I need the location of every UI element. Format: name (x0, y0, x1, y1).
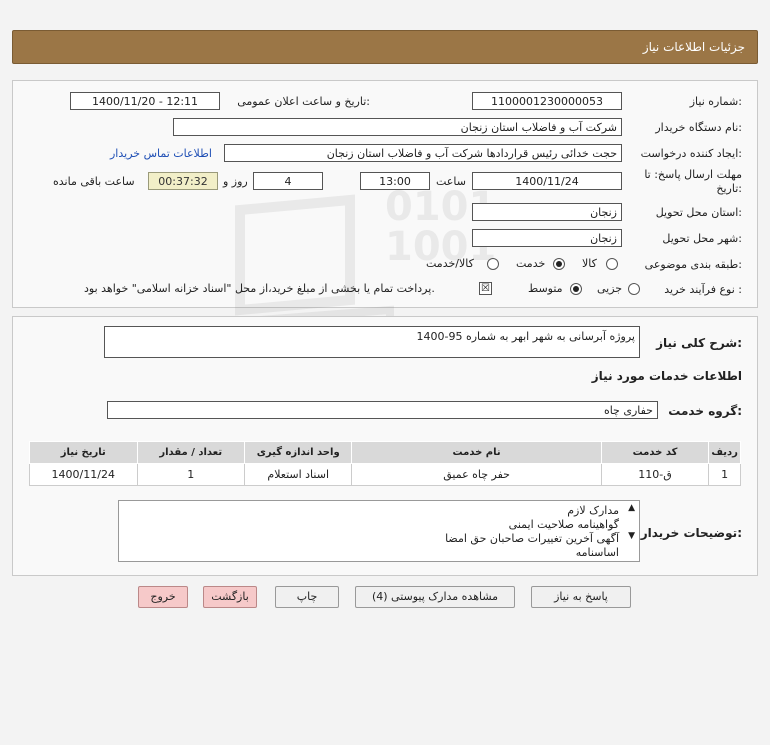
treasury-checkbox[interactable]: ☒ (479, 282, 492, 295)
print-button[interactable]: چاپ (275, 586, 339, 608)
category-goods-service-radio[interactable] (487, 258, 499, 270)
deadline-date-field[interactable]: 1400/11/24 (472, 172, 622, 190)
back-button[interactable]: بازگشت (203, 586, 257, 608)
category-label: طبقه بندی موضوعی: (644, 258, 742, 271)
need-summary-field[interactable]: پروژه آبرسانی به شهر ابهر به شماره 95-14… (104, 326, 640, 358)
table-row[interactable]: 1 ق-110 حفر چاه عمیق اسناد استعلام 1 140… (29, 463, 741, 486)
buyer-org-field[interactable]: شرکت آب و فاضلاب استان زنجان (173, 118, 622, 136)
process-minor-label: جزیی (597, 282, 623, 295)
cell-unit: اسناد استعلام (243, 463, 353, 486)
category-goods-radio[interactable] (606, 258, 618, 270)
announce-label: تاریخ و ساعت اعلان عمومی: (237, 95, 370, 108)
deadline-date-label: تاریخ: (716, 182, 742, 195)
time-label: ساعت (436, 175, 466, 188)
category-goods-label: کالا (582, 257, 597, 270)
deadline-time-field[interactable]: 13:00 (360, 172, 430, 190)
creator-field[interactable]: حجت خدائی رئیس قراردادها شرکت آب و فاضلا… (224, 144, 622, 162)
services-heading: اطلاعات خدمات مورد نیاز (591, 369, 742, 383)
col-unit: واحد اندازه گیری (243, 441, 353, 464)
cell-name: حفر چاه عمیق (351, 463, 602, 486)
cell-row: 1 (708, 463, 741, 486)
col-code: کد خدمت (600, 441, 710, 464)
note-line: مدارک لازم (567, 504, 619, 517)
col-name: نام خدمت (351, 441, 602, 464)
note-line: آگهی آخرین تغییرات صاحبان حق امضا (445, 532, 619, 545)
need-number-label: شماره نیاز: (689, 95, 742, 108)
creator-label: ایجاد کننده درخواست: (640, 147, 742, 160)
process-minor-radio[interactable] (628, 283, 640, 295)
deadline-label: مهلت ارسال پاسخ: تا (644, 168, 742, 181)
contact-buyer-link[interactable]: اطلاعات تماس خریدار (110, 147, 212, 160)
category-service-radio[interactable] (553, 258, 565, 270)
process-medium-radio[interactable] (570, 283, 582, 295)
notes-text: مدارک لازم گواهینامه صلاحیت ایمنی آگهی آ… (445, 504, 619, 560)
reply-button[interactable]: پاسخ به نیاز (531, 586, 631, 608)
buyer-org-label: نام دستگاه خریدار: (655, 121, 742, 134)
service-group-label: گروه خدمت: (668, 404, 742, 418)
note-line: اساسنامه (575, 546, 619, 559)
service-group-field[interactable]: حفاری چاه (107, 401, 658, 419)
announce-field[interactable]: 1400/11/20 - 12:11 (70, 92, 220, 110)
col-qty: تعداد / مقدار (136, 441, 245, 464)
exit-button[interactable]: خروج (138, 586, 188, 608)
col-row: ردیف (708, 441, 741, 464)
province-label: استان محل تحویل: (655, 206, 742, 219)
city-field[interactable]: زنجان (472, 229, 622, 247)
info-panel (12, 80, 758, 308)
services-table: ردیف کد خدمت نام خدمت واحد اندازه گیری ت… (29, 441, 741, 486)
buyer-notes-box[interactable]: ▲ ▼ مدارک لازم گواهینامه صلاحیت ایمنی آگ… (118, 500, 640, 562)
remaining-time-field: 00:37:32 (148, 172, 218, 190)
view-docs-button[interactable]: مشاهده مدارک پیوستی (4) (355, 586, 515, 608)
process-label: نوع فرآیند خرید : (664, 283, 742, 296)
need-summary-label: شرح کلی نیاز: (656, 336, 742, 350)
cell-code: ق-110 (600, 463, 710, 486)
page-title: جزئیات اطلاعات نیاز (642, 40, 745, 54)
remaining-label: ساعت باقی مانده (53, 175, 135, 188)
category-service-label: خدمت (516, 257, 546, 270)
notes-scroll-up-icon[interactable]: ▲ (628, 503, 635, 513)
days-field[interactable]: 4 (253, 172, 323, 190)
cell-date: 1400/11/24 (29, 463, 138, 486)
page-header: جزئیات اطلاعات نیاز (12, 30, 758, 64)
treasury-note: پرداخت تمام یا بخشی از مبلغ خرید،از محل … (84, 282, 435, 295)
table-header-row: ردیف کد خدمت نام خدمت واحد اندازه گیری ت… (29, 441, 741, 464)
category-goods-service-label: کالا/خدمت (426, 257, 474, 270)
need-number-field[interactable]: 1100001230000053 (472, 92, 622, 110)
buyer-notes-label: توضیحات خریدار: (640, 526, 742, 540)
process-medium-label: متوسط (528, 282, 563, 295)
province-field[interactable]: زنجان (472, 203, 622, 221)
col-date: تاریخ نیاز (29, 441, 138, 464)
city-label: شهر محل تحویل: (662, 232, 742, 245)
notes-scroll-down-icon[interactable]: ▼ (628, 531, 635, 541)
days-label: روز و (223, 175, 248, 188)
note-line: گواهینامه صلاحیت ایمنی (508, 518, 619, 531)
cell-qty: 1 (136, 463, 245, 486)
